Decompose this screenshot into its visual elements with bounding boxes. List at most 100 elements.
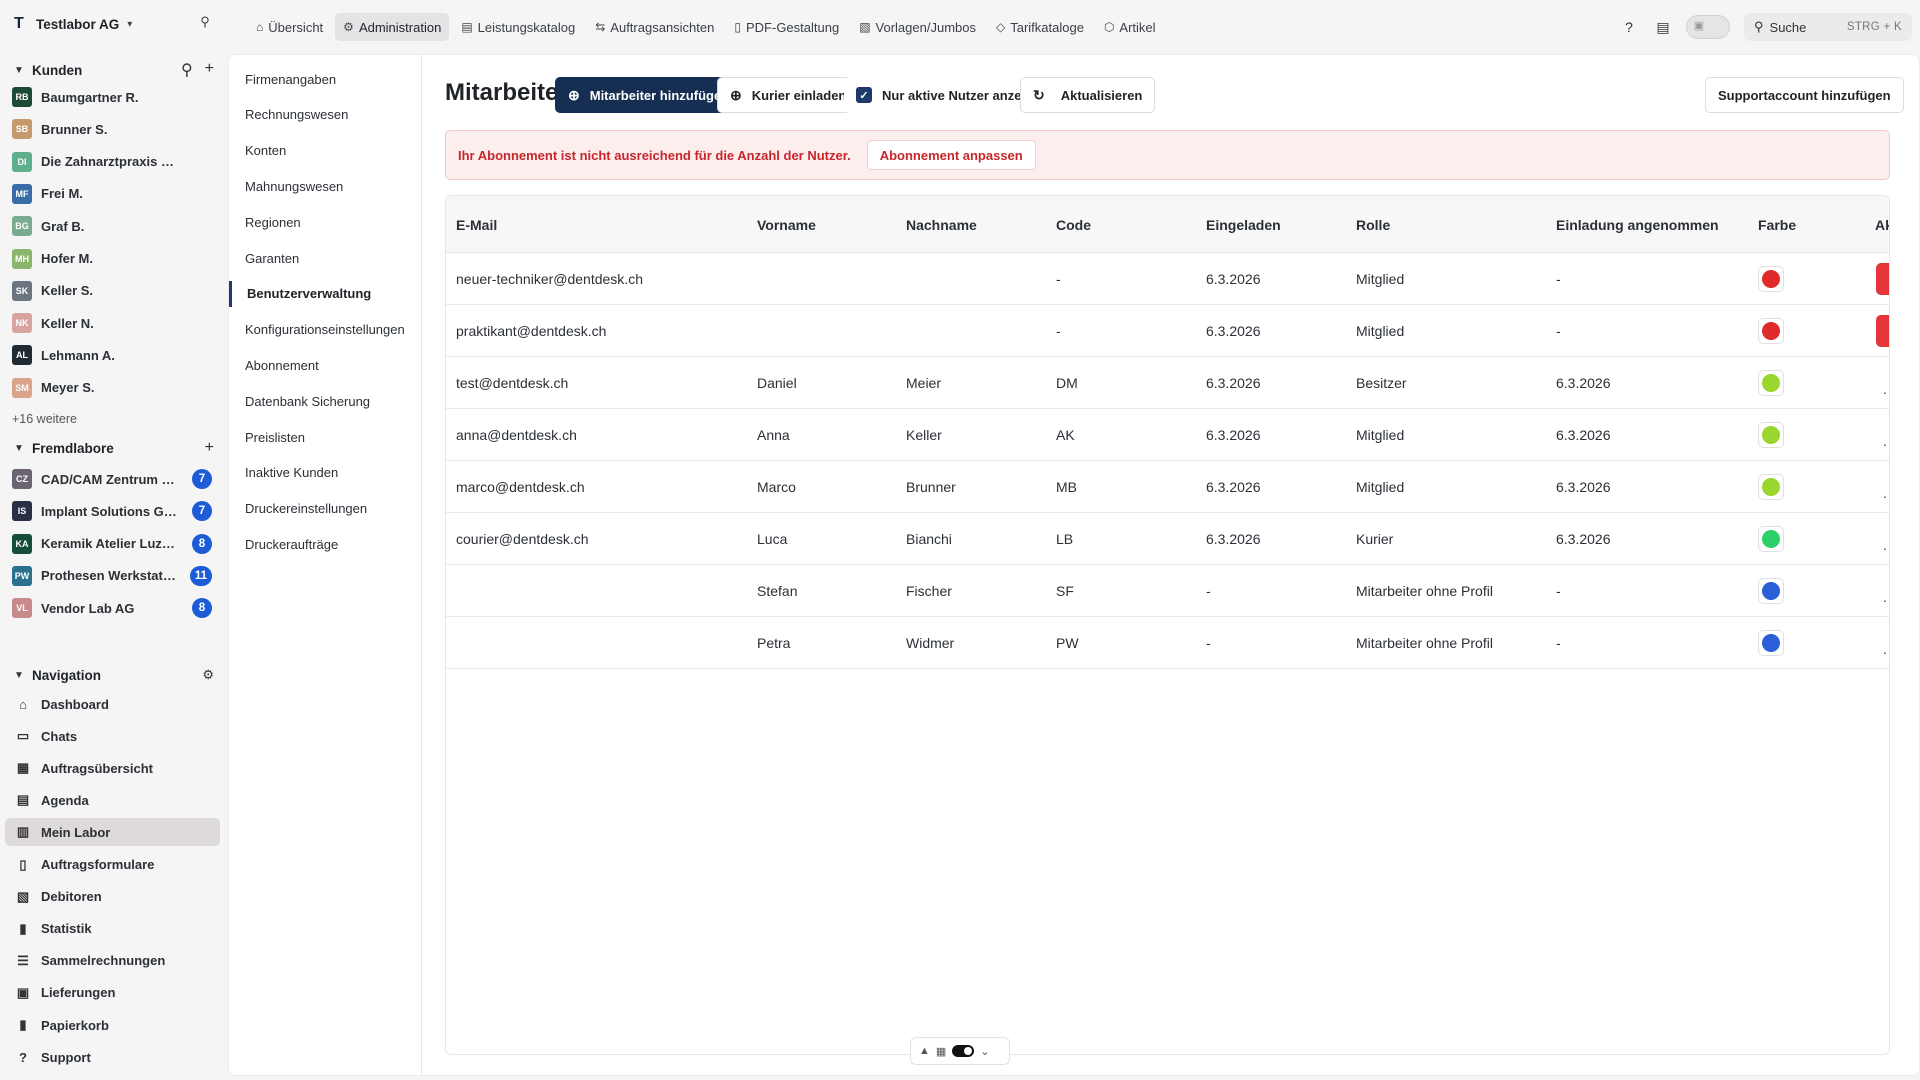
row-menu-icon[interactable]: . bbox=[1883, 537, 1887, 553]
table-row[interactable]: anna@dentdesk.ch Anna Keller AK 6.3.2026 Mitg… bbox=[446, 409, 1889, 461]
subnav-item[interactable]: Preislisten bbox=[229, 424, 422, 450]
org-switcher[interactable]: T Testlabor AG ▾ bbox=[14, 13, 132, 35]
subnav-item[interactable]: Druckeraufträge bbox=[229, 531, 422, 557]
sidebar-client-item[interactable]: NK Keller N. bbox=[12, 310, 212, 336]
subnav-item[interactable]: Regionen bbox=[229, 209, 422, 235]
dev-toggle[interactable] bbox=[952, 1045, 975, 1057]
invite-courier-button[interactable]: ⊕ Kurier einladen bbox=[717, 77, 860, 113]
column-header[interactable]: Farbe bbox=[1758, 196, 1796, 253]
nav-item-papierkorb[interactable]: ▮ Papierkorb bbox=[5, 1011, 220, 1039]
table-row[interactable]: neuer-techniker@dentdesk.ch - 6.3.2026 Mitg… bbox=[446, 253, 1889, 305]
color-swatch[interactable] bbox=[1758, 266, 1784, 292]
subnav-item[interactable]: Rechnungswesen bbox=[229, 102, 422, 128]
tab-administration[interactable]: ⚙ Administration bbox=[335, 13, 450, 41]
tab-pdf-gestaltung[interactable]: ▯ PDF-Gestaltung bbox=[726, 13, 847, 41]
sidebar-client-item[interactable]: IS Implant Solutions Genf 7 bbox=[12, 498, 212, 524]
table-row[interactable]: marco@dentdesk.ch Marco Brunner MB 6.3.2026 M… bbox=[446, 461, 1889, 513]
column-header[interactable]: Nachname bbox=[906, 196, 977, 253]
dev-toolbar[interactable]: ▲ ▦ ⌄ bbox=[910, 1037, 1010, 1065]
nav-item-support[interactable]: ? Support bbox=[5, 1043, 220, 1071]
row-menu-icon[interactable]: . bbox=[1883, 589, 1887, 605]
color-swatch[interactable] bbox=[1758, 526, 1784, 552]
lock-toggle[interactable]: ▣ bbox=[1686, 15, 1730, 39]
navigation-section-header[interactable]: ▼ Navigation ⚙ bbox=[14, 665, 214, 685]
nav-item-agenda[interactable]: ▤ Agenda bbox=[5, 786, 220, 814]
nav-item-sammelrechnungen[interactable]: ☰ Sammelrechnungen bbox=[5, 947, 220, 975]
table-row[interactable]: Petra Widmer PW - Mitarbeiter ohne Profil -. bbox=[446, 617, 1889, 669]
color-swatch[interactable] bbox=[1758, 578, 1784, 604]
subnav-item[interactable]: Inaktive Kunden bbox=[229, 460, 422, 486]
subnav-item[interactable]: Datenbank Sicherung bbox=[229, 388, 422, 414]
add-support-account-button[interactable]: Supportaccount hinzufügen bbox=[1705, 77, 1904, 113]
subnav-item[interactable]: Firmenangaben bbox=[229, 66, 422, 92]
sidebar-client-item[interactable]: AL Lehmann A. bbox=[12, 342, 212, 368]
row-menu-icon[interactable]: . bbox=[1883, 381, 1887, 397]
color-swatch[interactable] bbox=[1758, 318, 1784, 344]
sidebar-client-item[interactable]: PW Prothesen Werkstatt ... 11 bbox=[12, 563, 212, 589]
sidebar-client-item[interactable]: MF Frei M. bbox=[12, 181, 212, 207]
sidebar-client-item[interactable]: RB Baumgartner R. bbox=[12, 84, 212, 110]
color-swatch[interactable] bbox=[1758, 474, 1784, 500]
add-employee-button[interactable]: ⊕ Mitarbeiter hinzufügen bbox=[555, 77, 743, 113]
table-row[interactable]: test@dentdesk.ch Daniel Meier DM 6.3.2026 Bes… bbox=[446, 357, 1889, 409]
column-header[interactable]: Ak bbox=[1875, 196, 1889, 253]
subnav-item[interactable]: Konfigurationseinstellungen bbox=[229, 317, 422, 343]
fremdlabore-section-header[interactable]: ▼ Fremdlabore + bbox=[14, 438, 214, 458]
search-icon[interactable]: ⚲ bbox=[181, 60, 193, 80]
subnav-item[interactable]: Mahnungswesen bbox=[229, 173, 422, 199]
tab-vorlagen-jumbos[interactable]: ▧ Vorlagen/Jumbos bbox=[851, 13, 984, 41]
adjust-subscription-button[interactable]: Abonnement anpassen bbox=[866, 140, 1036, 170]
more-clients-link[interactable]: +16 weitere bbox=[12, 412, 77, 426]
nav-item-debitoren[interactable]: ▧ Debitoren bbox=[5, 883, 220, 911]
nav-item-auftragsformulare[interactable]: ▯ Auftragsformulare bbox=[5, 851, 220, 879]
sidebar-client-item[interactable]: SK Keller S. bbox=[12, 278, 212, 304]
row-menu-icon[interactable]: . bbox=[1883, 485, 1887, 501]
column-header[interactable]: E-Mail bbox=[456, 196, 497, 253]
column-header[interactable]: Vorname bbox=[757, 196, 816, 253]
color-swatch[interactable] bbox=[1758, 630, 1784, 656]
nav-item-chats[interactable]: ▭ Chats bbox=[5, 722, 220, 750]
sidebar-client-item[interactable]: SB Brunner S. bbox=[12, 116, 212, 142]
subnav-item[interactable]: Abonnement bbox=[229, 352, 422, 378]
row-menu-icon[interactable]: . bbox=[1883, 641, 1887, 657]
sidebar-client-item[interactable]: KA Keramik Atelier Luzern 8 bbox=[12, 531, 212, 557]
delete-button[interactable] bbox=[1876, 263, 1889, 295]
tab-leistungskatalog[interactable]: ▤ Leistungskatalog bbox=[453, 13, 583, 41]
refresh-button[interactable]: ↻ Aktualisieren bbox=[1020, 77, 1156, 113]
nav-item-dashboard[interactable]: ⌂ Dashboard bbox=[5, 690, 220, 718]
delete-button[interactable] bbox=[1876, 315, 1889, 347]
tab-auftragsansichten[interactable]: ⇆ Auftragsansichten bbox=[587, 13, 722, 41]
column-header[interactable]: Code bbox=[1056, 196, 1091, 253]
tab-artikel[interactable]: ⬡ Artikel bbox=[1096, 13, 1164, 41]
tab-übersicht[interactable]: ⌂ Übersicht bbox=[248, 13, 331, 41]
gear-icon[interactable]: ⚙ bbox=[202, 667, 214, 683]
column-header[interactable]: Eingeladen bbox=[1206, 196, 1281, 253]
table-row[interactable]: praktikant@dentdesk.ch - 6.3.2026 Mitglied - bbox=[446, 305, 1889, 357]
nav-item-mein-labor[interactable]: ▥ Mein Labor bbox=[5, 818, 220, 847]
color-swatch[interactable] bbox=[1758, 422, 1784, 448]
row-menu-icon[interactable]: . bbox=[1883, 433, 1887, 449]
notes-icon[interactable]: ▤ bbox=[1652, 16, 1674, 38]
column-header[interactable]: Einladung angenommen bbox=[1556, 196, 1719, 253]
tab-tarifkataloge[interactable]: ◇ Tarifkataloge bbox=[988, 13, 1092, 41]
color-swatch[interactable] bbox=[1758, 370, 1784, 396]
sidebar-client-item[interactable]: DI Die Zahnarztpraxis GmbH bbox=[12, 149, 212, 175]
sidebar-client-item[interactable]: MH Hofer M. bbox=[12, 246, 212, 272]
sidebar-client-item[interactable]: CZ CAD/CAM Zentrum Ba... 7 bbox=[12, 466, 212, 492]
subnav-item[interactable]: Druckereinstellungen bbox=[229, 496, 422, 522]
sidebar-client-item[interactable]: SM Meyer S. bbox=[12, 375, 212, 401]
subnav-item[interactable]: Garanten bbox=[229, 245, 422, 271]
sidebar-client-item[interactable]: BG Graf B. bbox=[12, 213, 212, 239]
nav-item-lieferungen[interactable]: ▣ Lieferungen bbox=[5, 979, 220, 1007]
nav-item-auftragsübersicht[interactable]: ▦ Auftragsübersicht bbox=[5, 754, 220, 782]
help-icon[interactable]: ? bbox=[1618, 16, 1640, 38]
subnav-item[interactable]: Konten bbox=[229, 138, 422, 164]
table-row[interactable]: Stefan Fischer SF - Mitarbeiter ohne Profil -… bbox=[446, 565, 1889, 617]
nav-item-statistik[interactable]: ▮ Statistik bbox=[5, 915, 220, 943]
add-icon[interactable]: + bbox=[205, 60, 214, 80]
search-button[interactable]: ⚲ Suche STRG + K bbox=[1744, 13, 1912, 41]
table-row[interactable]: courier@dentdesk.ch Luca Bianchi LB 6.3.2026… bbox=[446, 513, 1889, 565]
add-icon[interactable]: + bbox=[205, 439, 214, 457]
sidebar-client-item[interactable]: VL Vendor Lab AG 8 bbox=[12, 595, 212, 621]
column-header[interactable]: Rolle bbox=[1356, 196, 1390, 253]
